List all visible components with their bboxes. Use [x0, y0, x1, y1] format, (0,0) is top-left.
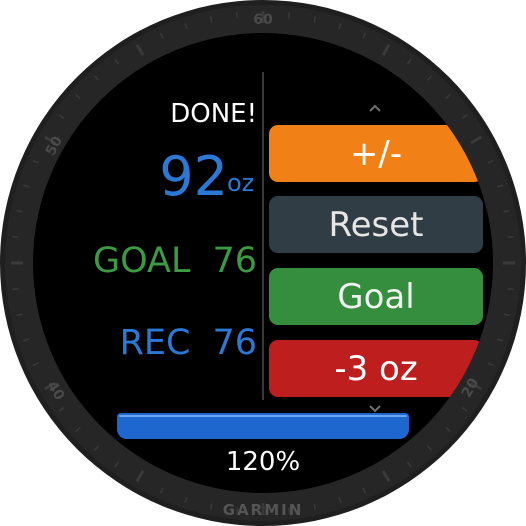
goal-button[interactable]: Goal	[269, 268, 483, 325]
recommended-row: REC 76	[120, 326, 257, 361]
reset-button[interactable]: Reset	[269, 196, 483, 253]
adjust-button[interactable]: +/-	[269, 125, 483, 182]
recommended-value: 76	[212, 323, 257, 363]
chevron-up-icon[interactable]	[368, 103, 382, 113]
goal-row: GOAL 76	[93, 244, 257, 279]
bezel-tick	[12, 235, 19, 239]
goal-label: GOAL	[92, 241, 191, 281]
recommended-label: REC	[119, 323, 191, 363]
progress-bar	[117, 413, 409, 439]
bezel-tick	[235, 12, 239, 19]
goal-value: 76	[212, 241, 257, 281]
progress-bar-highlight	[119, 415, 407, 417]
bezel-tick	[507, 287, 514, 291]
bezel-tick	[507, 235, 514, 239]
decrement-button[interactable]: -3 oz	[269, 340, 483, 397]
bezel-number-60: 60	[253, 12, 273, 28]
bezel-tick	[12, 287, 19, 291]
bezel-tick	[287, 12, 291, 19]
brand-logo: GARMIN	[223, 501, 304, 519]
intake-amount: 92	[159, 145, 228, 208]
intake-unit: oz	[227, 169, 255, 197]
status-text: DONE!	[170, 99, 257, 129]
divider	[262, 72, 264, 400]
